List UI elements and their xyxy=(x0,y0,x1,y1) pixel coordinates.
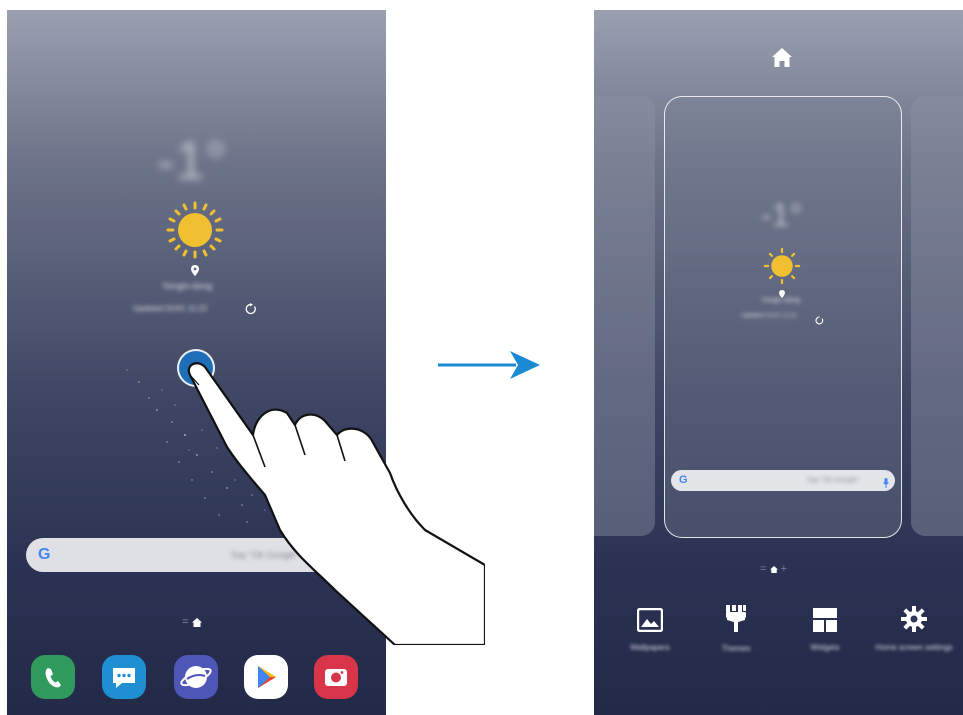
preview-search-placeholder: Say "Ok Google" xyxy=(807,477,860,484)
wallpapers-label: Wallpapers xyxy=(630,643,670,652)
paintbrush-icon xyxy=(726,605,746,632)
wallpapers-button[interactable]: Wallpapers xyxy=(610,607,690,652)
phone-app-icon[interactable] xyxy=(31,655,75,699)
home-screen-settings-button[interactable]: Home screen settings xyxy=(874,606,954,652)
preview-google-logo: G xyxy=(679,474,688,486)
widgets-icon xyxy=(813,608,837,632)
gear-icon xyxy=(901,606,927,632)
preview-sun-icon xyxy=(763,247,801,290)
widgets-button[interactable]: Widgets xyxy=(785,608,865,652)
camera-app-icon[interactable] xyxy=(314,655,358,699)
preview-weather-updated: Updated 01/01 11:22 xyxy=(741,313,797,319)
preview-weather-location: Yongin-dong xyxy=(761,297,801,304)
home-icon[interactable] xyxy=(772,48,792,72)
arrow-right-icon xyxy=(436,350,542,380)
themes-button[interactable]: Themes xyxy=(696,605,776,653)
messages-app-icon[interactable] xyxy=(102,655,146,699)
google-logo: G xyxy=(38,546,51,563)
edit-page-indicator: = + xyxy=(760,563,787,575)
edit-home-indicator-icon xyxy=(769,565,778,573)
wallpaper-icon xyxy=(636,607,664,633)
next-page-preview[interactable] xyxy=(911,96,963,536)
themes-label: Themes xyxy=(721,644,751,653)
current-page-preview[interactable]: -1° Yongin-dong Updated 01/01 11:22 G Sa… xyxy=(664,96,902,538)
preview-google-search-bar: G Say "Ok Google" xyxy=(671,470,895,491)
widgets-label: Widgets xyxy=(810,643,840,652)
home-screen-edit-mode[interactable]: -1° Yongin-dong Updated 01/01 11:22 G Sa… xyxy=(594,10,963,715)
previous-page-preview[interactable] xyxy=(594,96,655,536)
play-store-app-icon[interactable] xyxy=(244,655,288,699)
preview-refresh-icon xyxy=(815,312,824,330)
hand-gesture-icon xyxy=(185,355,487,647)
internet-app-icon[interactable] xyxy=(174,655,218,699)
home-screen-settings-label: Home screen settings xyxy=(875,643,953,652)
mic-icon xyxy=(883,475,889,493)
preview-weather-temperature: -1° xyxy=(761,197,803,233)
